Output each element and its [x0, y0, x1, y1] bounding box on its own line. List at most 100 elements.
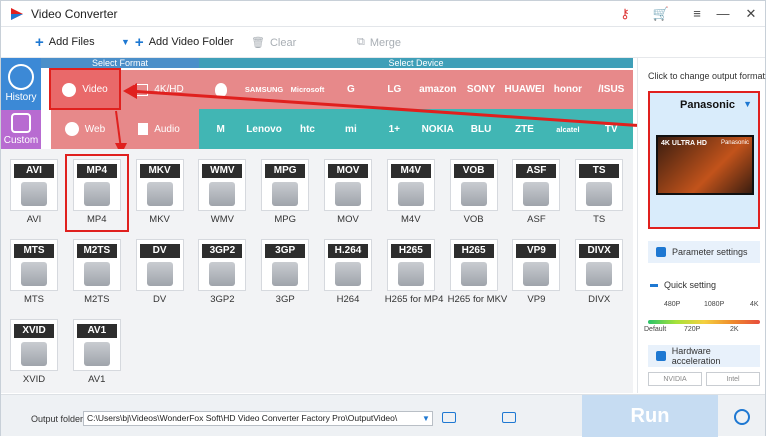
parameter-settings-button[interactable]: Parameter settings	[648, 241, 760, 263]
device-sony-logo[interactable]: SONY	[459, 70, 503, 109]
device-honor-logo[interactable]: honor	[546, 70, 590, 109]
format-thumbnail: H265	[386, 239, 435, 291]
device-blu-logo[interactable]: BLU	[459, 109, 503, 149]
audio-tab[interactable]: Audio	[119, 109, 199, 149]
nvidia-option[interactable]: NVIDIA	[648, 372, 702, 386]
hardware-acceleration-button[interactable]: Hardware acceleration	[648, 345, 760, 367]
format-vob[interactable]: VOB VOB	[448, 159, 500, 231]
tick-4k: 4K	[750, 301, 759, 308]
minimize-icon[interactable]: —	[713, 4, 733, 24]
alcatel-logo: alcatel	[556, 124, 580, 134]
format-divx[interactable]: DIVX DIVX	[573, 239, 625, 311]
add-video-folder-button[interactable]: ▼ + Add Video Folder	[121, 35, 234, 50]
tv-icon: TV	[604, 123, 618, 135]
merge-icon: ⧉	[357, 36, 365, 48]
device-xiaomi-logo[interactable]: mi	[329, 109, 373, 149]
format-h265-for-mkv[interactable]: H265 H265 for MKV	[447, 239, 508, 311]
format-avi[interactable]: AVI AVI	[8, 159, 60, 231]
device-huawei-logo[interactable]: HUAWEI	[502, 70, 547, 109]
device-motorola-icon[interactable]: M	[199, 109, 243, 149]
merge-button[interactable]: ⧉ Merge	[357, 36, 401, 49]
format-art-icon	[272, 182, 299, 206]
format-label: H265 for MKV	[447, 294, 508, 305]
format-mov[interactable]: MOV MOV	[322, 159, 374, 231]
title-bar: Video Converter ⚷ 🛒 ≡ — ✕	[1, 1, 765, 27]
htc-logo: htc	[299, 123, 315, 135]
alarm-clock-icon[interactable]	[734, 409, 750, 425]
format-art-icon	[21, 182, 47, 206]
format-device-area: Select Format Select Device Video 4K/HD …	[41, 58, 633, 149]
output-device-selector[interactable]: Panasonic ▼ 4K ULTRA HD Panasonic	[648, 91, 760, 229]
key-icon[interactable]: ⚷	[615, 4, 635, 24]
open-folder-icon[interactable]	[502, 412, 516, 423]
clear-label: Clear	[269, 36, 297, 49]
format-3gp2[interactable]: 3GP2 3GP2	[196, 239, 248, 311]
format-thumbnail: VOB	[449, 159, 498, 211]
format-wmv[interactable]: WMV WMV	[196, 159, 248, 231]
menu-icon[interactable]: ≡	[687, 4, 707, 24]
format-label: XVID	[22, 374, 46, 385]
format-thumbnail: 3GP2	[198, 239, 247, 291]
hd-tab[interactable]: 4K/HD	[119, 70, 199, 109]
format-h264[interactable]: H.264 H264	[322, 239, 374, 311]
format-mkv[interactable]: MKV MKV	[134, 159, 186, 231]
format-tag: XVID	[14, 324, 54, 338]
run-button[interactable]: Run	[582, 395, 718, 437]
intel-option[interactable]: Intel	[706, 372, 760, 386]
format-xvid[interactable]: XVID XVID	[8, 319, 60, 391]
chevron-down-icon[interactable]: ▼	[419, 411, 433, 426]
tv-brand: Panasonic	[720, 140, 749, 146]
format-thumbnail: MOV	[324, 159, 372, 211]
device-zte-logo[interactable]: ZTE	[502, 109, 547, 149]
format-label: DV	[152, 294, 167, 305]
device-nokia-logo[interactable]: NOKIA	[416, 109, 460, 149]
output-folder-input[interactable]: C:\Users\bj\Videos\WonderFox Soft\HD Vid…	[83, 411, 433, 426]
blu-logo: BLU	[470, 123, 492, 135]
web-tab[interactable]: Web	[51, 109, 119, 149]
format-tag: AV1	[76, 324, 117, 338]
format-dv[interactable]: DV DV	[134, 239, 186, 311]
chevron-down-icon[interactable]: ▼	[121, 37, 130, 47]
format-thumbnail: MKV	[135, 159, 184, 211]
format-mts[interactable]: MTS MTS	[8, 239, 60, 311]
format-art-icon	[523, 262, 550, 286]
format-mpg[interactable]: MPG MPG	[259, 159, 311, 231]
custom-button[interactable]: Custom	[1, 110, 41, 149]
format-vp9[interactable]: VP9 VP9	[510, 239, 562, 311]
format-m4v[interactable]: M4V M4V	[385, 159, 437, 231]
device-lg-logo[interactable]: LG	[372, 70, 416, 109]
device-microsoft-logo[interactable]: Microsoft	[285, 70, 330, 109]
device-tv-icon[interactable]: TV	[589, 109, 633, 149]
add-files-button[interactable]: + Add Files	[35, 35, 95, 50]
close-icon[interactable]: ✕	[741, 4, 761, 24]
format-art-icon	[209, 182, 236, 206]
device-name: Panasonic	[680, 99, 736, 111]
clear-button[interactable]: 🗑 Clear	[251, 36, 297, 50]
format-av1[interactable]: AV1 AV1	[71, 319, 123, 391]
device-lenovo-logo[interactable]: Lenovo	[242, 109, 286, 149]
format-m2ts[interactable]: M2TS M2TS	[71, 239, 123, 311]
format-h265-for-mp4[interactable]: H265 H265 for MP4	[385, 239, 443, 311]
format-label: H264	[336, 294, 360, 305]
format-tag: M4V	[390, 164, 431, 178]
device-htc-logo[interactable]: htc	[285, 109, 330, 149]
format-3gp[interactable]: 3GP 3GP	[259, 239, 311, 311]
format-asf[interactable]: ASF ASF	[510, 159, 562, 231]
samsung-logo: SAMSUNG	[244, 85, 284, 94]
chevron-down-icon[interactable]: ▼	[743, 99, 752, 109]
cart-icon[interactable]: 🛒	[651, 4, 671, 24]
device-apple-icon[interactable]	[199, 70, 243, 109]
trash-icon: 🗑	[251, 37, 265, 49]
device-amazon-logo[interactable]: amazon	[416, 70, 460, 109]
device-oneplus-logo[interactable]: 1+	[372, 109, 416, 149]
browse-folder-icon[interactable]	[442, 412, 456, 423]
format-tag: H265	[390, 244, 431, 258]
format-ts[interactable]: TS TS	[573, 159, 625, 231]
quality-slider[interactable]	[648, 320, 760, 324]
device-samsung-logo[interactable]: SAMSUNG	[242, 70, 286, 109]
history-button[interactable]: History	[1, 58, 41, 110]
device-asus-logo[interactable]: /ISUS	[589, 70, 633, 109]
output-panel: Click to change output format: Panasonic…	[637, 58, 766, 393]
device-alcatel-logo[interactable]: alcatel	[546, 109, 590, 149]
device-google-icon[interactable]: G	[329, 70, 373, 109]
